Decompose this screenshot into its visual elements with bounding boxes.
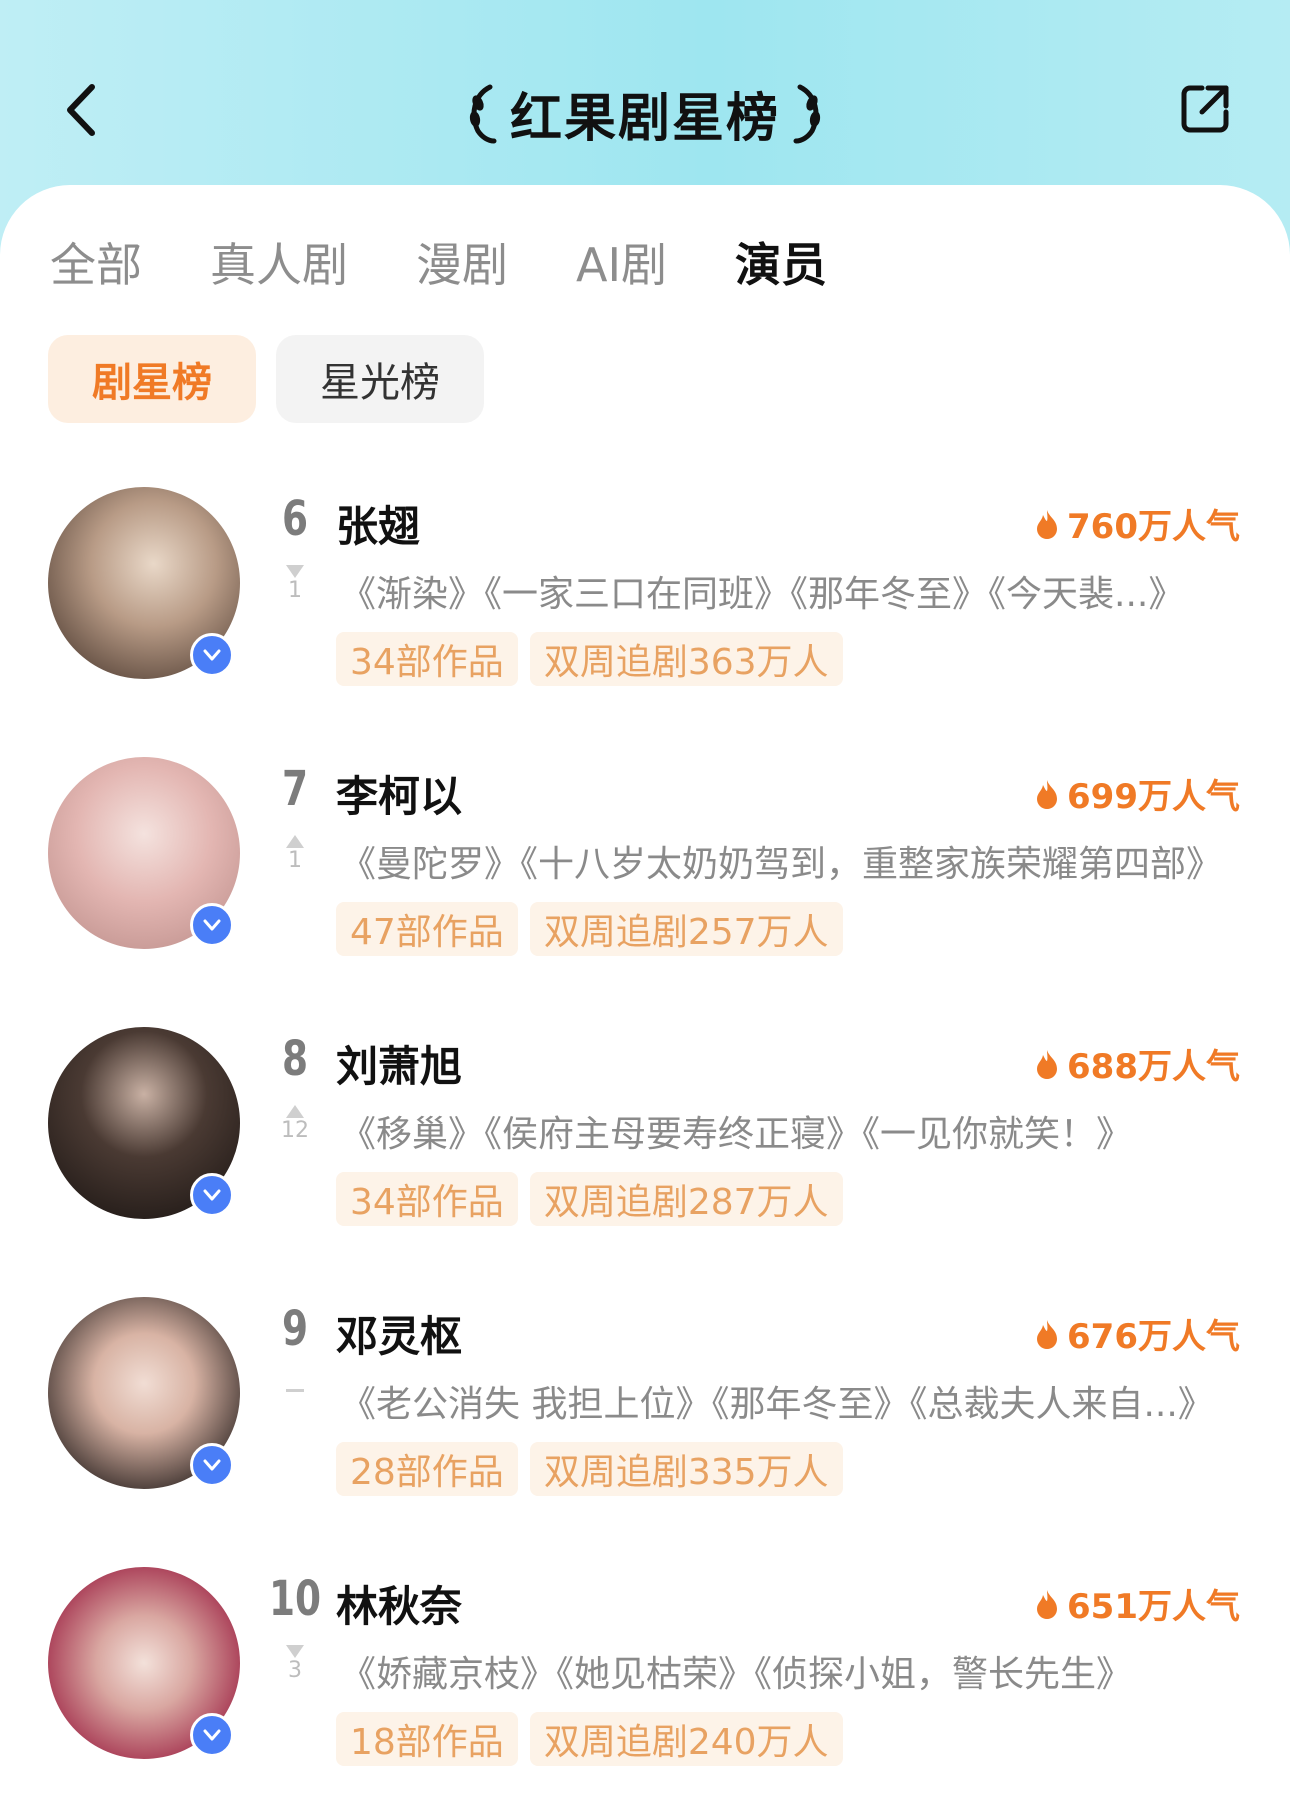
rank-change-value: 3 [288, 1658, 302, 1683]
ranking-row[interactable]: 9 邓灵枢 676万人气 《老公消失 我担上位》《那年冬至》《总裁夫人来自...… [0, 1297, 1290, 1527]
followers-tag: 双周追剧363万人 [529, 632, 843, 686]
rank-change-value: 1 [288, 848, 302, 873]
rank-up-icon [286, 1105, 304, 1118]
actor-name: 林秋奈 [336, 1582, 463, 1631]
header: 红果剧星榜 [0, 0, 1290, 200]
ranking-subtabs: 剧星榜 星光榜 [48, 335, 484, 423]
works-count-tag: 34部作品 [336, 1172, 518, 1226]
rank-change: 1 [270, 565, 320, 604]
rank-change: 3 [270, 1645, 320, 1684]
popularity-value: 676万人气 [1067, 1317, 1240, 1357]
works-list: 《娇藏京枝》《她见枯荣》《侦探小姐，警长先生》 [340, 1654, 1133, 1695]
popularity-value: 699万人气 [1067, 777, 1240, 817]
actor-name: 张翅 [336, 502, 421, 551]
laurel-left-icon [469, 84, 497, 144]
followers-tag: 双周追剧240万人 [529, 1712, 843, 1766]
verified-badge-icon [190, 1443, 234, 1487]
share-button[interactable] [1178, 80, 1234, 136]
subtab-starlight-ranking[interactable]: 星光榜 [276, 335, 484, 423]
rank-number: 9 [281, 1301, 309, 1357]
share-icon [1181, 85, 1229, 133]
followers-tag: 双周追剧287万人 [529, 1172, 843, 1226]
tab-live-action[interactable]: 真人剧 [210, 229, 348, 295]
popularity: 676万人气 [1035, 1309, 1240, 1358]
popularity: 688万人气 [1035, 1039, 1240, 1088]
tab-actors[interactable]: 演员 [735, 229, 827, 295]
rank-down-icon [286, 1645, 304, 1658]
fire-icon [1037, 509, 1058, 539]
actor-name: 李柯以 [336, 772, 463, 821]
popularity-value: 688万人气 [1067, 1047, 1240, 1087]
page-title-wrap: 红果剧星榜 [0, 78, 1290, 149]
ranking-row[interactable]: 10 3 林秋奈 651万人气 《娇藏京枝》《她见枯荣》《侦探小姐，警长先生》 … [0, 1567, 1290, 1797]
works-count-tag: 28部作品 [336, 1442, 518, 1496]
verified-badge-icon [190, 1173, 234, 1217]
tab-comic[interactable]: 漫剧 [416, 229, 508, 295]
popularity-value: 651万人气 [1067, 1587, 1240, 1627]
popularity: 651万人气 [1035, 1579, 1240, 1628]
rank-down-icon [286, 565, 304, 578]
rank-number: 8 [281, 1031, 309, 1087]
fire-icon [1037, 1589, 1058, 1619]
works-list: 《曼陀罗》《十八岁太奶奶驾到，重整家族荣耀第四部》 [340, 844, 1223, 885]
rank-change [270, 1375, 320, 1392]
actor-name: 刘萧旭 [336, 1042, 463, 1091]
actor-name: 邓灵枢 [336, 1312, 463, 1361]
tab-ai[interactable]: AI剧 [576, 229, 667, 295]
rank-number: 6 [281, 491, 309, 547]
tab-all[interactable]: 全部 [50, 229, 142, 295]
works-list: 《老公消失 我担上位》《那年冬至》《总裁夫人来自...》 [340, 1384, 1214, 1425]
rank-change-value: 1 [288, 578, 302, 603]
rank-change-value: 12 [281, 1118, 309, 1143]
followers-tag: 双周追剧335万人 [529, 1442, 843, 1496]
ranking-row[interactable]: 8 12 刘萧旭 688万人气 《移巢》《侯府主母要寿终正寝》《一见你就笑！》 … [0, 1027, 1290, 1257]
verified-badge-icon [190, 1713, 234, 1757]
fire-icon [1037, 779, 1058, 809]
rank-number: 7 [281, 761, 309, 817]
works-list: 《渐染》《一家三口在同班》《那年冬至》《今天裴...》 [340, 574, 1185, 615]
fire-icon [1037, 1049, 1058, 1079]
rank-change: 1 [270, 835, 320, 874]
popularity: 760万人气 [1035, 499, 1240, 548]
rank-unchanged-icon [286, 1389, 304, 1392]
followers-tag: 双周追剧257万人 [529, 902, 843, 956]
rank-number: 10 [268, 1571, 322, 1627]
page-title: 红果剧星榜 [509, 88, 780, 149]
works-count-tag: 34部作品 [336, 632, 518, 686]
ranking-row[interactable]: 6 1 张翅 760万人气 《渐染》《一家三口在同班》《那年冬至》《今天裴...… [0, 487, 1290, 717]
works-count-tag: 18部作品 [336, 1712, 518, 1766]
verified-badge-icon [190, 903, 234, 947]
laurel-right-icon [793, 84, 821, 144]
tags: 34部作品 双周追剧287万人 [336, 1172, 843, 1226]
tags: 34部作品 双周追剧363万人 [336, 632, 843, 686]
ranking-row[interactable]: 7 1 李柯以 699万人气 《曼陀罗》《十八岁太奶奶驾到，重整家族荣耀第四部》… [0, 757, 1290, 987]
fire-icon [1037, 1319, 1058, 1349]
popularity-value: 760万人气 [1067, 507, 1240, 547]
works-count-tag: 47部作品 [336, 902, 518, 956]
tags: 47部作品 双周追剧257万人 [336, 902, 843, 956]
rank-up-icon [286, 835, 304, 848]
rank-change: 12 [270, 1105, 320, 1144]
category-tabs: 全部 真人剧 漫剧 AI剧 演员 [50, 232, 895, 292]
verified-badge-icon [190, 633, 234, 677]
works-list: 《移巢》《侯府主母要寿终正寝》《一见你就笑！》 [340, 1114, 1133, 1155]
tags: 28部作品 双周追剧335万人 [336, 1442, 843, 1496]
subtab-drama-star-ranking[interactable]: 剧星榜 [48, 335, 256, 423]
popularity: 699万人气 [1035, 769, 1240, 818]
tags: 18部作品 双周追剧240万人 [336, 1712, 843, 1766]
